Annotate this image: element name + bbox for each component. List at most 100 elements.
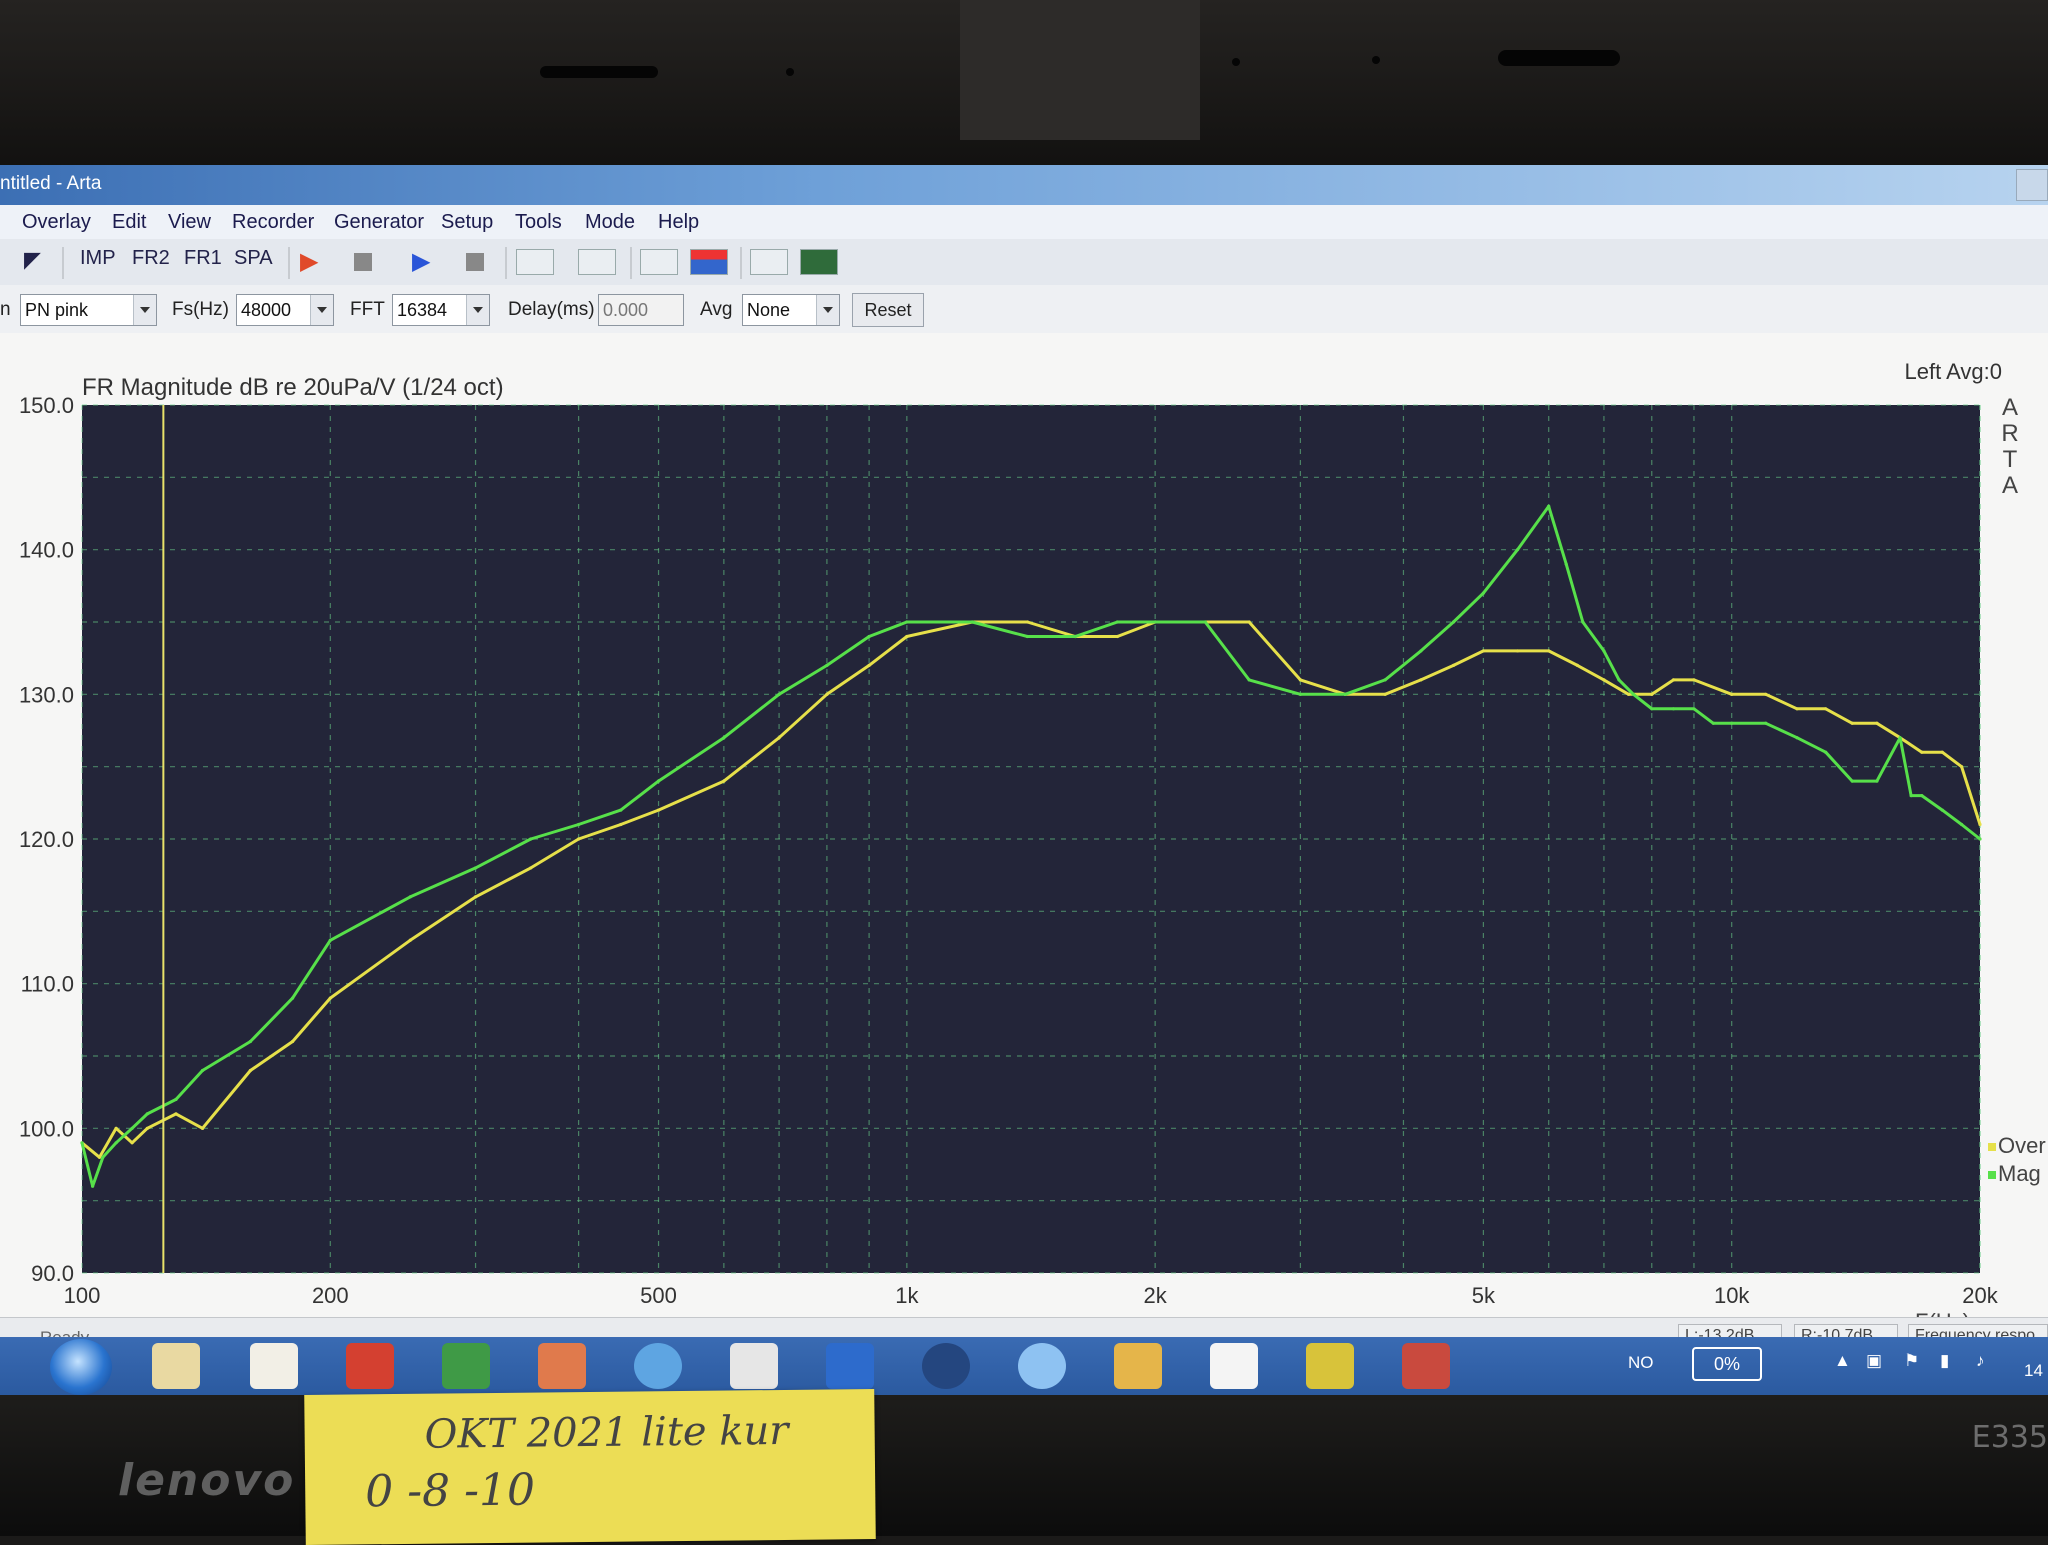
arta-watermark-letter: R — [2001, 420, 2018, 447]
mode-imp-button[interactable]: IMP — [80, 247, 116, 277]
abc-icon[interactable] — [516, 249, 554, 275]
frequency-response-chart[interactable]: 150.0140.0130.0120.0110.0100.090.0100 200… — [0, 333, 2048, 1342]
spectrum-icon[interactable] — [690, 249, 728, 275]
clock[interactable]: 14 — [2024, 1361, 2043, 1381]
battery-icon[interactable]: ▮ — [1940, 1351, 1949, 1371]
sonos-icon[interactable] — [922, 1343, 970, 1389]
powerpoint-icon[interactable] — [538, 1343, 586, 1389]
window-control-button[interactable] — [2016, 169, 2048, 201]
menu-edit[interactable]: Edit — [112, 211, 146, 234]
mode-fr2-button[interactable]: FR2 — [132, 247, 170, 277]
toolbar-separator — [740, 247, 742, 279]
sine-icon[interactable] — [750, 249, 788, 275]
data-point-mag — [825, 663, 829, 667]
menu-generator[interactable]: Generator — [334, 211, 424, 234]
sticky-note-line1: OKT 2021 lite kur — [424, 1407, 789, 1458]
delay-value: 0.000 — [603, 300, 649, 320]
data-point-mag — [1898, 736, 1902, 740]
pointer-icon[interactable]: ◤ — [24, 247, 41, 277]
ccleaner-icon[interactable] — [1210, 1343, 1258, 1389]
start-button[interactable] — [50, 1339, 112, 1395]
explorer-icon[interactable] — [152, 1343, 200, 1389]
data-point-mag — [1547, 504, 1551, 508]
data-point-over — [867, 663, 871, 667]
data-point-mag — [200, 1068, 205, 1073]
menu-view[interactable]: View — [168, 211, 211, 234]
data-point-mag — [473, 866, 478, 870]
language-indicator[interactable]: NO — [1628, 1353, 1654, 1373]
app-m-icon[interactable] — [1018, 1343, 1066, 1389]
scope-icon[interactable] — [800, 249, 838, 275]
data-point-mag — [114, 1141, 118, 1145]
reset-button[interactable]: Reset — [852, 293, 924, 327]
mode-fr1-button[interactable]: FR1 — [184, 247, 222, 277]
data-point-mag — [1764, 721, 1768, 725]
network-icon[interactable]: ▣ — [1866, 1351, 1882, 1371]
fft-label: FFT — [350, 299, 385, 320]
fft-select[interactable]: 16384 — [392, 294, 490, 326]
control-bar: n PN pink Fs(Hz) 48000 FFT 16384 Delay(m… — [0, 285, 2048, 334]
data-point-mag — [1451, 620, 1456, 624]
data-point-over — [145, 1126, 149, 1130]
avg-value: None — [747, 300, 791, 320]
grid-icon[interactable] — [578, 249, 616, 275]
volume-icon[interactable]: ♪ — [1976, 1351, 1985, 1371]
chevron-down-icon[interactable] — [133, 295, 156, 325]
generator-select[interactable]: PN pink — [20, 294, 157, 326]
data-point-over — [1451, 663, 1456, 667]
data-point-mag — [777, 692, 781, 696]
data-point-over — [290, 1039, 295, 1044]
outlook-icon[interactable] — [1114, 1343, 1162, 1389]
menu-help[interactable]: Help — [658, 211, 699, 234]
delay-label: Delay(ms) — [508, 299, 595, 320]
menu-mode[interactable]: Mode — [585, 211, 635, 234]
taskbar: NO 0% ▲ ▣ ⚑ ▮ ♪ 14 — [0, 1337, 2048, 1395]
avg-select[interactable]: None — [742, 294, 840, 326]
menu-overlay[interactable]: Overlay — [22, 211, 91, 234]
model-label: E335 — [1971, 1420, 2048, 1455]
data-point-over — [905, 634, 909, 639]
chevron-down-icon[interactable] — [466, 295, 489, 325]
data-point-mag — [1978, 837, 1982, 841]
data-point-over — [1247, 620, 1251, 624]
data-point-over — [1547, 649, 1551, 653]
mode-spa-button[interactable]: SPA — [234, 247, 273, 277]
probe-icon[interactable] — [640, 249, 678, 275]
media-icon[interactable] — [634, 1343, 682, 1389]
cpu-meter[interactable]: 0% — [1692, 1347, 1762, 1381]
chevron-down-icon[interactable] — [310, 295, 333, 325]
menu-tools[interactable]: Tools — [515, 211, 562, 234]
play-icon[interactable]: ▶ — [412, 247, 430, 277]
channel-info: Left Avg:0 — [1905, 359, 2002, 384]
data-point-mag — [1383, 678, 1387, 682]
chevron-down-icon[interactable] — [816, 295, 839, 325]
menu-setup[interactable]: Setup — [441, 211, 493, 234]
menu-recorder[interactable]: Recorder — [232, 211, 314, 234]
word-icon[interactable] — [826, 1343, 874, 1389]
fs-select[interactable]: 48000 — [236, 294, 334, 326]
stop2-icon[interactable] — [466, 253, 484, 271]
data-point-mag — [1203, 620, 1207, 624]
data-point-mag — [1909, 794, 1913, 798]
data-point-mag — [248, 1039, 252, 1044]
record-icon[interactable]: ▶ — [300, 247, 318, 277]
data-point-over — [1850, 721, 1854, 725]
data-point-mag — [1940, 808, 1944, 812]
app-icon[interactable] — [346, 1343, 394, 1389]
legend-label: Mag — [1998, 1161, 2041, 1186]
window-titlebar: ntitled - Arta — [0, 165, 2048, 205]
excel-icon[interactable] — [442, 1343, 490, 1389]
lightning-icon[interactable] — [1306, 1343, 1354, 1389]
tool-icon[interactable] — [730, 1343, 778, 1389]
data-point-over — [328, 996, 332, 1000]
steps-icon[interactable] — [1402, 1343, 1450, 1389]
data-point-mag — [90, 1184, 95, 1188]
tray-arrow-icon[interactable]: ▲ — [1834, 1351, 1851, 1371]
media-player-icon[interactable] — [250, 1343, 298, 1389]
data-point-over — [619, 822, 623, 827]
flag-icon[interactable]: ⚑ — [1904, 1351, 1919, 1371]
data-point-mag — [174, 1097, 178, 1101]
fs-value: 48000 — [241, 300, 292, 320]
delay-field[interactable]: 0.000 — [598, 294, 684, 326]
stop-icon[interactable] — [354, 253, 372, 271]
